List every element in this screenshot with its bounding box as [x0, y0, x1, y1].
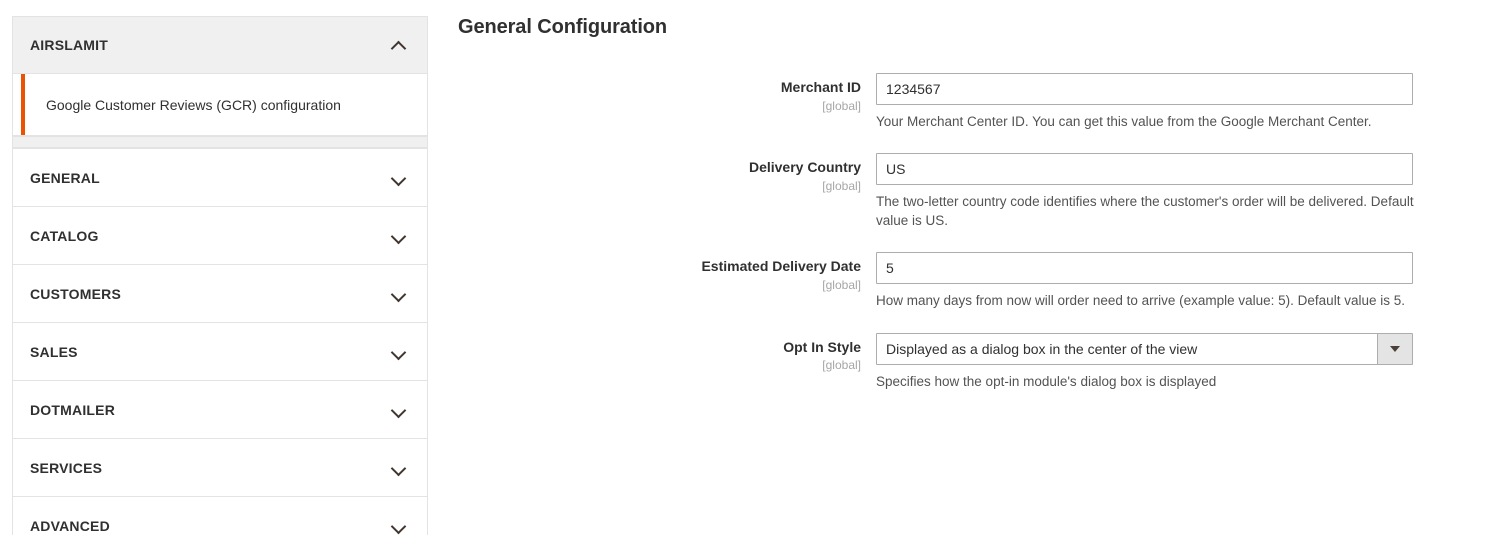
- field-delivery-country: Delivery Country [global] The two-letter…: [458, 153, 1496, 230]
- field-label-wrap: Merchant ID [global]: [458, 73, 876, 114]
- sidebar-group-label: CUSTOMERS: [30, 285, 121, 302]
- chevron-down-icon: [391, 518, 407, 534]
- sidebar-group-label: SERVICES: [30, 459, 103, 476]
- field-scope: [global]: [822, 358, 861, 373]
- sidebar-group-customers: CUSTOMERS: [12, 264, 428, 322]
- field-label-wrap: Estimated Delivery Date [global]: [458, 252, 876, 293]
- field-label: Merchant ID: [780, 79, 861, 95]
- sidebar-group-body-airslamit: Google Customer Reviews (GCR) configurat…: [13, 74, 427, 136]
- sidebar-group-sales: SALES: [12, 322, 428, 380]
- merchant-id-input[interactable]: [876, 73, 1413, 105]
- sidebar-group-advanced: ADVANCED: [12, 496, 428, 535]
- field-label-wrap: Opt In Style [global]: [458, 333, 876, 374]
- config-sections-sidebar: AIRSLAMIT Google Customer Reviews (GCR) …: [12, 16, 428, 535]
- sidebar-group-airslamit: AIRSLAMIT Google Customer Reviews (GCR) …: [12, 16, 428, 148]
- field-note: How many days from now will order need t…: [876, 293, 1405, 309]
- estimated-delivery-date-input[interactable]: [876, 252, 1413, 285]
- field-control-wrap: Displayed as a dialog box in the center …: [876, 332, 1496, 391]
- sidebar-group-header-customers[interactable]: CUSTOMERS: [13, 265, 427, 322]
- field-label: Delivery Country: [748, 159, 861, 176]
- chevron-up-icon: [391, 37, 407, 53]
- chevron-down-icon: [391, 344, 407, 360]
- field-label: Opt In Style: [783, 338, 861, 355]
- field-scope: [global]: [822, 277, 861, 292]
- field-note: Specifies how the opt-in module's dialog…: [876, 373, 1217, 389]
- sidebar-group-label: GENERAL: [30, 169, 100, 186]
- chevron-down-icon: [391, 402, 407, 418]
- field-scope: [global]: [822, 178, 861, 193]
- sidebar-group-label: AIRSLAMIT: [30, 37, 109, 53]
- field-note: The two-letter country code identifies w…: [876, 194, 1414, 229]
- sidebar-group-spacer: [13, 136, 427, 148]
- sidebar-group-header-services[interactable]: SERVICES: [13, 439, 427, 496]
- sidebar-group-header-dotmailer[interactable]: DOTMAILER: [13, 381, 427, 438]
- field-control-wrap: Your Merchant Center ID. You can get thi…: [876, 73, 1496, 131]
- field-control-wrap: The two-letter country code identifies w…: [876, 153, 1496, 230]
- sidebar-group-label: SALES: [30, 343, 78, 360]
- chevron-down-icon: [391, 460, 407, 476]
- sidebar-item-gcr-configuration[interactable]: Google Customer Reviews (GCR) configurat…: [13, 74, 427, 135]
- chevron-down-icon: [391, 228, 407, 244]
- field-control-wrap: How many days from now will order need t…: [876, 252, 1496, 310]
- opt-in-style-select-wrap: Displayed as a dialog box in the center …: [876, 332, 1413, 365]
- field-label-wrap: Delivery Country [global]: [458, 153, 876, 194]
- sidebar-group-label: DOTMAILER: [30, 401, 116, 418]
- field-scope: [global]: [822, 98, 861, 113]
- sidebar-group-header-catalog[interactable]: CATALOG: [13, 207, 427, 264]
- sidebar-item-label: Google Customer Reviews (GCR) configurat…: [46, 96, 341, 113]
- admin-config-page: AIRSLAMIT Google Customer Reviews (GCR) …: [0, 0, 1496, 535]
- page-title: General Configuration: [458, 16, 668, 38]
- sidebar-group-header-sales[interactable]: SALES: [13, 323, 427, 380]
- delivery-country-input[interactable]: [876, 153, 1413, 186]
- sidebar-group-dotmailer: DOTMAILER: [12, 380, 428, 438]
- field-merchant-id: Merchant ID [global] Your Merchant Cente…: [458, 73, 1496, 131]
- sidebar-group-catalog: CATALOG: [12, 206, 428, 264]
- sidebar-group-label: ADVANCED: [30, 517, 110, 534]
- sidebar-group-general: GENERAL: [12, 148, 428, 206]
- sidebar-group-header-general[interactable]: GENERAL: [13, 149, 427, 206]
- sidebar-group-header-airslamit[interactable]: AIRSLAMIT: [13, 17, 427, 74]
- opt-in-style-select[interactable]: Displayed as a dialog box in the center …: [876, 332, 1413, 365]
- sidebar-group-label: CATALOG: [30, 227, 99, 244]
- chevron-down-icon: [391, 286, 407, 302]
- field-note: Your Merchant Center ID. You can get thi…: [876, 114, 1372, 129]
- field-estimated-delivery-date: Estimated Delivery Date [global] How man…: [458, 252, 1496, 310]
- sidebar-group-header-advanced[interactable]: ADVANCED: [13, 497, 427, 535]
- select-dropdown-button[interactable]: [1377, 333, 1412, 364]
- sidebar-group-services: SERVICES: [12, 438, 428, 496]
- chevron-down-icon: [391, 170, 407, 186]
- field-label: Estimated Delivery Date: [701, 258, 861, 275]
- field-opt-in-style: Opt In Style [global] Displayed as a dia…: [458, 332, 1496, 391]
- chevron-down-icon: [1390, 345, 1400, 352]
- config-content: General Configuration Merchant ID [globa…: [458, 16, 1496, 535]
